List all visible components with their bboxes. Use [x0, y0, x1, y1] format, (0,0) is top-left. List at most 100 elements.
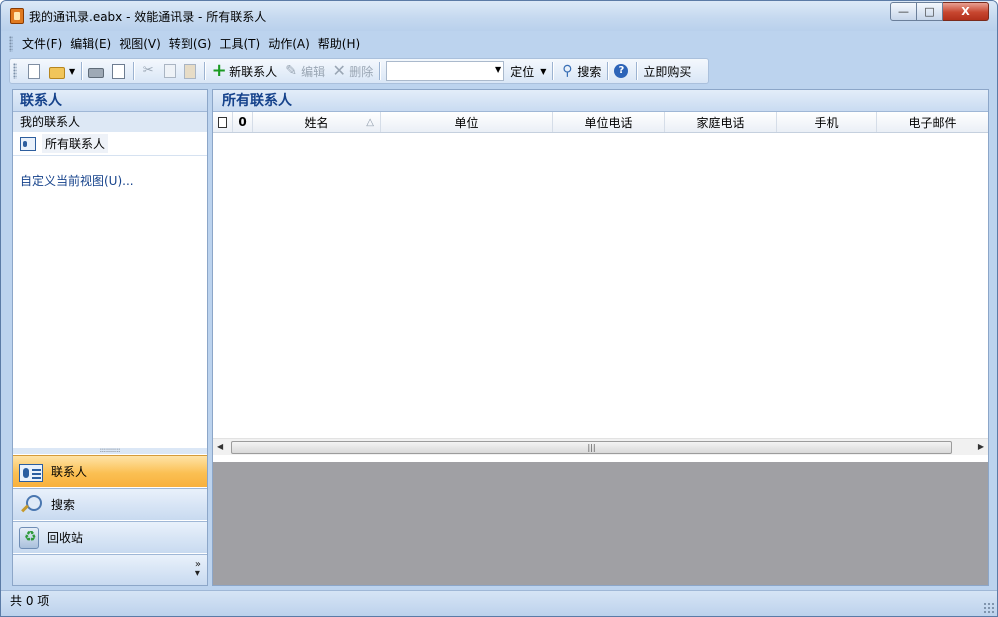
search-label: 搜索: [577, 64, 602, 79]
column-header-type[interactable]: [213, 112, 233, 132]
toolbar-separator: [607, 62, 609, 80]
column-header-work-phone[interactable]: 单位电话: [553, 112, 665, 132]
chevron-down-icon: ▼: [540, 66, 547, 76]
delete-x-icon: ✕: [332, 61, 346, 80]
column-header-name[interactable]: 姓名 △: [253, 112, 381, 132]
scroll-right-icon[interactable]: ▶: [978, 442, 984, 451]
column-header-mobile[interactable]: 手机: [777, 112, 877, 132]
plus-icon: +: [211, 60, 227, 81]
contact-list[interactable]: [213, 133, 988, 438]
menu-goto[interactable]: 转到(G): [165, 34, 216, 54]
nav-contacts-button[interactable]: 联系人: [13, 455, 207, 487]
title-bar[interactable]: 我的通讯录.eabx - 效能通讯录 - 所有联系人 — □ X: [1, 1, 997, 31]
customize-view-link[interactable]: 自定义当前视图(U)...: [20, 172, 134, 189]
buy-now-button[interactable]: 立即购买: [640, 60, 694, 82]
print-preview-button[interactable]: [109, 60, 130, 82]
folder-all-contacts[interactable]: 所有联系人: [13, 132, 207, 156]
paste-button[interactable]: [181, 60, 201, 82]
column-header-home-phone[interactable]: 家庭电话: [665, 112, 777, 132]
nav-recycle-bin-button[interactable]: 回收站: [13, 521, 207, 553]
pane-splitter[interactable]: ::::::::::: [13, 448, 207, 454]
scroll-left-icon[interactable]: ◀: [217, 442, 223, 451]
new-contact-button[interactable]: + 新联系人: [208, 60, 280, 82]
column-header-email[interactable]: 电子邮件: [877, 112, 988, 132]
search-icon: ⚲: [562, 63, 573, 79]
chevron-down-icon: ▼: [69, 66, 76, 76]
close-button[interactable]: X: [943, 2, 989, 21]
menu-view[interactable]: 视图(V): [115, 34, 165, 54]
minimize-button[interactable]: —: [890, 2, 917, 21]
contacts-icon: [19, 463, 43, 482]
print-preview-icon: [112, 63, 126, 79]
status-bar: 共 0 项: [1, 590, 997, 616]
locate-combobox[interactable]: ▼: [386, 61, 505, 81]
new-document-icon: [28, 63, 40, 79]
edit-label: 编辑: [301, 64, 326, 79]
scissors-icon: ✂: [142, 63, 154, 78]
menu-edit[interactable]: 编辑(E): [66, 34, 115, 54]
folder-label: 所有联系人: [42, 134, 109, 153]
cut-button[interactable]: ✂: [137, 60, 161, 82]
app-icon: [10, 8, 24, 24]
delete-button[interactable]: ✕ 删除: [328, 60, 376, 82]
print-button[interactable]: [85, 60, 109, 82]
nav-search-label: 搜索: [51, 498, 76, 512]
item-count: 共 0 项: [10, 594, 50, 608]
sort-ascending-icon: △: [366, 116, 374, 128]
menu-tools[interactable]: 工具(T): [215, 34, 264, 54]
new-contact-label: 新联系人: [229, 64, 278, 79]
contact-card-icon: [20, 136, 36, 151]
scrollbar-thumb[interactable]: |||: [231, 441, 952, 454]
resize-grip-icon[interactable]: [983, 602, 995, 614]
pencil-icon: ✎: [285, 63, 298, 79]
help-button[interactable]: ?: [611, 60, 633, 82]
nav-contacts-label: 联系人: [51, 465, 88, 479]
copy-button[interactable]: [161, 60, 181, 82]
contacts-view: 所有联系人 0 姓名 △ 单位 单位电话 家庭电话 手机 电子邮件 ◀ ||| ▶: [212, 89, 989, 586]
column-label: 手机: [814, 115, 839, 130]
paste-icon: [184, 63, 197, 79]
open-file-button[interactable]: ▼: [46, 60, 78, 82]
close-icon: X: [961, 5, 970, 18]
search-button[interactable]: ⚲ 搜索: [556, 60, 604, 82]
menubar-grip[interactable]: [9, 36, 13, 52]
toolbar-separator: [636, 62, 638, 80]
horizontal-scrollbar[interactable]: ◀ ||| ▶: [213, 438, 988, 455]
new-file-button[interactable]: [22, 60, 46, 82]
app-window: 我的通讯录.eabx - 效能通讯录 - 所有联系人 — □ X 文件(F) 编…: [0, 0, 998, 617]
menu-help[interactable]: 帮助(H): [314, 34, 364, 54]
nav-search-button[interactable]: 搜索: [13, 488, 207, 520]
menu-actions[interactable]: 动作(A): [264, 34, 314, 54]
edit-button[interactable]: ✎ 编辑: [280, 60, 328, 82]
column-label: 电子邮件: [908, 115, 957, 130]
search-icon: [19, 494, 43, 516]
configure-buttons-icon[interactable]: » ▾: [195, 560, 201, 579]
window-title: 我的通讯录.eabx - 效能通讯录 - 所有联系人: [29, 10, 267, 24]
maximize-button[interactable]: □: [917, 2, 943, 21]
open-folder-icon: [49, 66, 65, 79]
copy-icon: [164, 64, 177, 78]
nav-pane-title: 联系人: [13, 90, 207, 112]
window-controls: — □ X: [890, 2, 989, 21]
maximize-icon: □: [924, 5, 935, 18]
chevron-down-icon[interactable]: ▼: [495, 65, 501, 74]
minimize-icon: —: [898, 5, 909, 18]
toolbar-separator: [379, 62, 381, 80]
toolbar: ▼ ✂ + 新联系人 ✎ 编辑 ✕ 删除 ▼ 定位 ▼ ⚲ 搜索 ? 立即购买: [9, 58, 709, 84]
column-header-attachment[interactable]: 0: [233, 112, 253, 132]
nav-pane-footer: » ▾: [13, 554, 207, 585]
toolbar-separator: [204, 62, 206, 80]
recycle-bin-icon: [19, 526, 39, 549]
locate-label: 定位: [510, 64, 535, 79]
paperclip-icon: 0: [238, 115, 247, 129]
column-header-company[interactable]: 单位: [381, 112, 553, 132]
column-label: 姓名: [304, 115, 329, 130]
navigation-pane: 联系人 我的联系人 所有联系人 自定义当前视图(U)... ::::::::::…: [12, 89, 208, 586]
buy-now-label: 立即购买: [643, 64, 692, 79]
toolbar-grip[interactable]: [13, 63, 17, 79]
locate-button[interactable]: 定位 ▼: [507, 60, 549, 82]
delete-label: 删除: [349, 64, 374, 79]
column-label: 家庭电话: [696, 115, 745, 130]
nav-recycle-label: 回收站: [47, 531, 84, 545]
menu-file[interactable]: 文件(F): [18, 34, 66, 54]
